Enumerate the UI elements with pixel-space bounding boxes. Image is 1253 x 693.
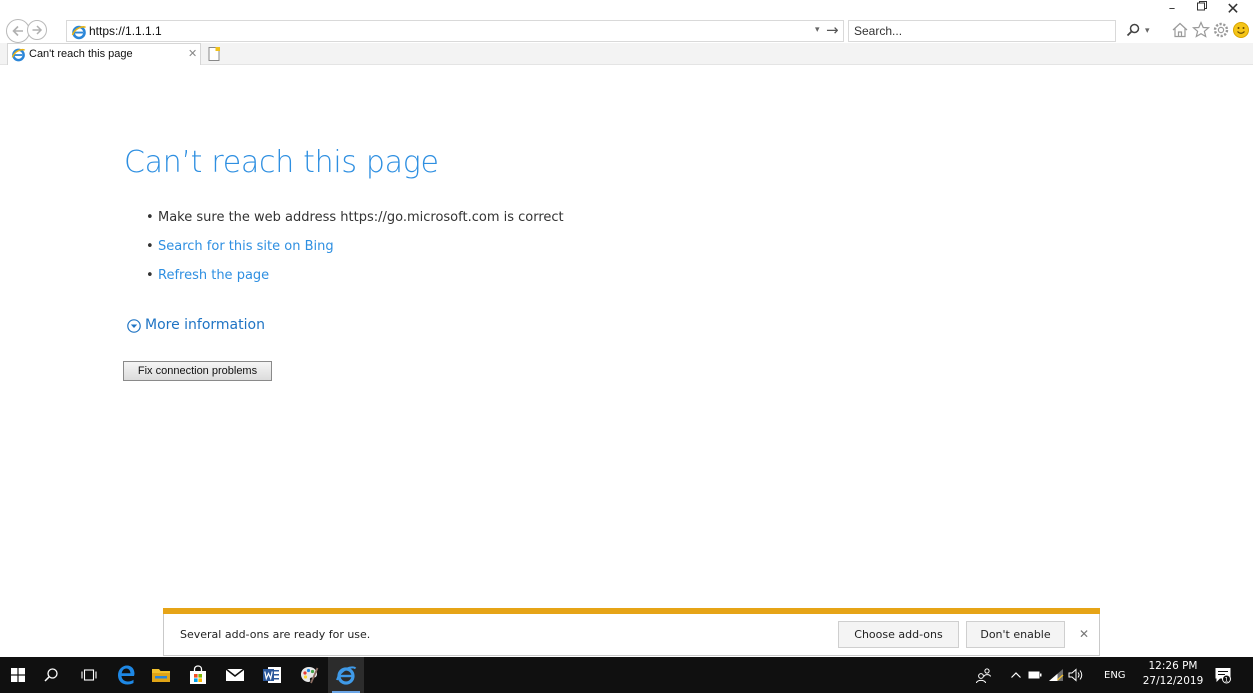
star-icon[interactable]	[1191, 20, 1211, 40]
folder-icon	[152, 669, 170, 682]
store-bag-icon	[190, 665, 206, 684]
close-window-button[interactable]: ✕	[1218, 0, 1248, 18]
address-text: https://1.1.1.1	[89, 24, 162, 38]
word-icon	[263, 667, 281, 683]
tab-label: Can't reach this page	[29, 48, 133, 60]
task-view-button[interactable]	[71, 657, 107, 693]
internet-explorer-icon	[336, 666, 357, 685]
tab-row: Can't reach this page ✕	[0, 43, 1253, 65]
mail-icon	[225, 668, 245, 681]
search-bing-link[interactable]: Search for this site on Bing	[158, 236, 334, 258]
fix-connection-button[interactable]: Fix connection problems	[123, 361, 272, 381]
start-button[interactable]	[0, 657, 36, 693]
battery-icon	[1028, 671, 1042, 679]
search-icon	[44, 668, 58, 682]
refresh-page-link[interactable]: Refresh the page	[158, 265, 269, 287]
wifi-icon	[1049, 669, 1064, 681]
home-icon[interactable]	[1170, 20, 1190, 40]
browser-toolbar: https://1.1.1.1 ▾ → Search... ▾ – ✕	[0, 0, 1253, 43]
volume-button[interactable]	[1068, 666, 1084, 684]
windows-logo-icon	[11, 668, 25, 682]
action-center-icon: 1	[1215, 668, 1231, 684]
clock-time[interactable]: 12:26 PM	[1137, 660, 1209, 672]
search-icon[interactable]	[1126, 23, 1141, 38]
taskbar-file-explorer-button[interactable]	[143, 657, 179, 693]
taskbar-store-button[interactable]	[180, 657, 216, 693]
new-tab-icon[interactable]	[206, 46, 222, 62]
search-input[interactable]: Search...	[848, 20, 1116, 42]
battery-button[interactable]	[1028, 666, 1042, 684]
restore-button[interactable]	[1187, 0, 1217, 18]
people-icon	[976, 668, 991, 683]
tab-current[interactable]: Can't reach this page ✕	[7, 43, 201, 65]
edge-icon	[118, 665, 135, 685]
go-arrow-icon[interactable]: →	[826, 20, 839, 40]
close-tab-icon[interactable]: ✕	[188, 47, 197, 60]
taskbar: ENG 1	[0, 657, 1253, 693]
restore-icon	[1197, 1, 1207, 11]
show-hidden-icons-button[interactable]	[1010, 666, 1022, 684]
taskbar-mail-button[interactable]	[217, 657, 253, 693]
address-bar[interactable]: https://1.1.1.1	[66, 20, 844, 42]
bullet-dot: •	[146, 210, 154, 225]
addons-notification-bar: Several add-ons are ready for use. Choos…	[163, 608, 1100, 656]
taskbar-edge-button[interactable]	[108, 657, 144, 693]
people-button[interactable]	[975, 666, 993, 684]
paint-palette-icon	[301, 667, 319, 684]
ie-favicon	[11, 48, 26, 62]
address-dropdown-icon[interactable]: ▾	[815, 25, 820, 35]
taskbar-ie-button[interactable]	[328, 657, 364, 693]
ie-favicon	[71, 25, 87, 40]
back-arrow-icon	[12, 25, 23, 37]
chevron-up-icon	[1011, 672, 1021, 678]
notification-stripe	[163, 608, 1100, 614]
more-information-label: More information	[145, 317, 265, 333]
bullet-dot: •	[146, 268, 154, 283]
taskbar-search-button[interactable]	[33, 657, 69, 693]
smiley-icon[interactable]	[1231, 20, 1251, 40]
input-language[interactable]: ENG	[1104, 666, 1126, 684]
page-title: Can’t reach this page	[124, 145, 439, 180]
task-view-icon	[81, 669, 97, 681]
notification-message: Several add-ons are ready for use.	[180, 628, 371, 641]
clock-date[interactable]: 27/12/2019	[1137, 675, 1209, 687]
minimize-button[interactable]: –	[1157, 0, 1187, 18]
search-placeholder: Search...	[854, 24, 903, 38]
forward-button[interactable]	[27, 20, 47, 40]
network-button[interactable]	[1048, 666, 1064, 684]
gear-icon[interactable]	[1211, 20, 1231, 40]
action-center-button[interactable]: 1	[1214, 666, 1232, 684]
suggestion-text: Make sure the web address https://go.mic…	[158, 210, 564, 225]
choose-addons-button[interactable]: Choose add-ons	[838, 621, 959, 648]
bullet-dot: •	[146, 239, 154, 254]
speaker-icon	[1068, 668, 1083, 682]
notification-count: 1	[1224, 675, 1228, 683]
dont-enable-button[interactable]: Don't enable	[966, 621, 1065, 648]
close-notification-icon[interactable]: ✕	[1079, 627, 1089, 641]
taskbar-paint-button[interactable]	[291, 657, 327, 693]
forward-arrow-icon	[32, 25, 43, 35]
taskbar-word-button[interactable]	[254, 657, 290, 693]
chevron-down-circle-icon	[127, 319, 141, 333]
search-dropdown-icon[interactable]: ▾	[1145, 26, 1150, 36]
